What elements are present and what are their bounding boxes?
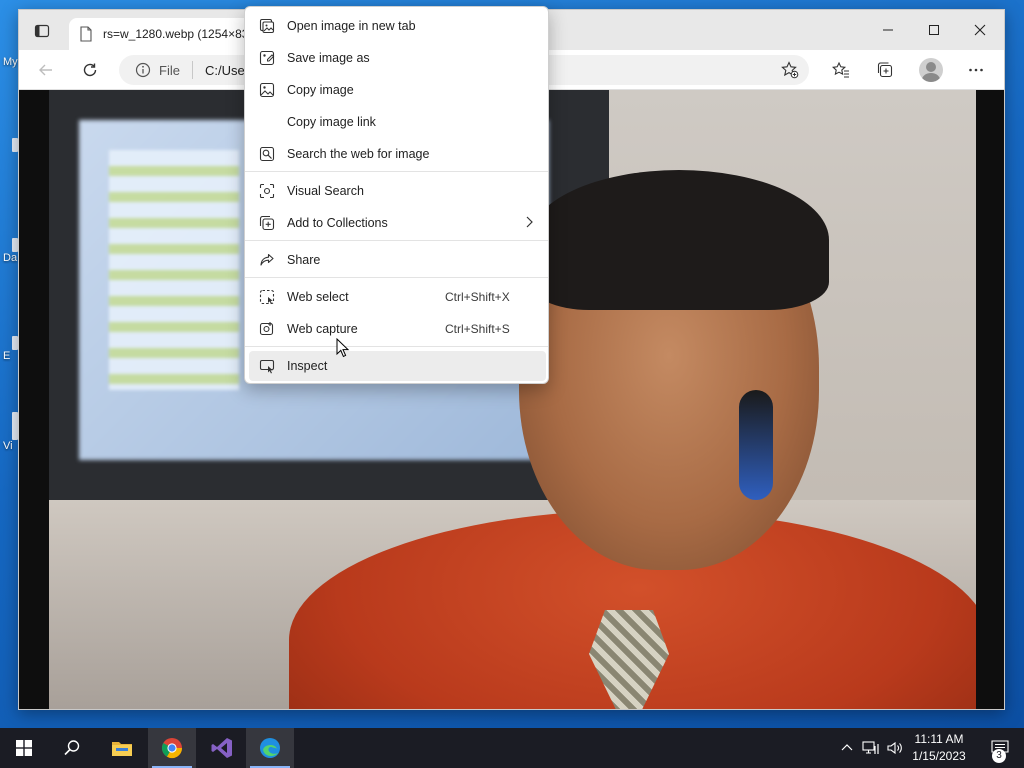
tab-actions-button[interactable] xyxy=(31,20,53,42)
network-icon[interactable] xyxy=(862,740,880,756)
address-scheme-label: File xyxy=(159,62,180,78)
address-url: C:/Use xyxy=(204,62,245,78)
taskbar-chrome[interactable] xyxy=(148,728,196,768)
volume-icon[interactable] xyxy=(886,740,904,756)
taskbar-file-explorer[interactable] xyxy=(98,728,146,768)
menu-item-label: Open image in new tab xyxy=(287,19,416,33)
chevron-right-icon xyxy=(526,216,533,228)
clock-date: 1/15/2023 xyxy=(912,749,966,763)
collections-icon xyxy=(259,215,275,231)
address-separator xyxy=(191,61,193,79)
windows-logo-icon xyxy=(16,740,32,756)
more-dots-icon xyxy=(969,68,983,72)
menu-separator xyxy=(245,240,548,241)
search-button[interactable] xyxy=(48,728,96,768)
web-capture-icon xyxy=(259,322,274,336)
menu-item-save-image-as[interactable]: Save image as xyxy=(249,43,546,73)
refresh-icon xyxy=(83,63,97,77)
close-button[interactable] xyxy=(957,10,1003,50)
close-icon xyxy=(974,24,986,36)
desktop-icon-e[interactable]: E xyxy=(0,336,18,362)
maximize-button[interactable] xyxy=(911,10,957,50)
menu-item-copy-image-link[interactable]: Copy image link xyxy=(249,107,546,137)
menu-item-label: Save image as xyxy=(287,51,370,65)
tab-title: rs=w_1280.webp (1254×836) xyxy=(102,27,259,41)
notification-count-badge: 3 xyxy=(992,749,1006,763)
copy-image-icon xyxy=(259,82,275,98)
desktop-icon-label: Da xyxy=(3,252,18,264)
favorites-button[interactable] xyxy=(826,56,856,84)
menu-item-copy-image[interactable]: Copy image xyxy=(249,75,546,105)
desktop-icon-2[interactable] xyxy=(0,138,18,152)
back-arrow-icon xyxy=(39,64,52,76)
menu-item-label: Inspect xyxy=(287,359,328,373)
taskbar: 11:11 AM 1/15/2023 xyxy=(0,728,1024,768)
desktop-icon-label: Vi xyxy=(3,440,13,452)
collections-button[interactable] xyxy=(870,56,900,84)
favorites-icon xyxy=(832,61,849,78)
taskbar-visual-studio[interactable] xyxy=(198,728,246,768)
menu-item-inspect[interactable]: Inspect xyxy=(249,351,546,381)
menu-item-web-select[interactable]: Web select Ctrl+Shift+X xyxy=(249,282,546,312)
back-button[interactable] xyxy=(31,56,61,84)
clock-time: 11:11 AM xyxy=(914,732,964,746)
profile-avatar[interactable] xyxy=(919,58,943,82)
chevron-up-icon[interactable] xyxy=(840,741,854,755)
menu-item-share[interactable]: Share xyxy=(249,245,546,275)
menu-item-label: Add to Collections xyxy=(287,216,388,230)
minimize-button[interactable] xyxy=(865,10,911,50)
taskbar-clock[interactable]: 11:11 AM 1/15/2023 xyxy=(906,731,972,765)
folder-icon xyxy=(112,742,132,756)
taskbar-edge[interactable] xyxy=(246,728,294,768)
menu-separator xyxy=(245,277,548,278)
desktop-icon-my[interactable]: My xyxy=(0,56,18,68)
desktop-icon-vi[interactable]: Vi xyxy=(0,412,18,452)
inspect-icon xyxy=(259,359,275,374)
add-favorite-icon[interactable] xyxy=(781,61,799,79)
start-button[interactable] xyxy=(0,728,48,768)
menu-item-label: Share xyxy=(287,253,321,267)
menu-separator xyxy=(245,346,548,347)
refresh-button[interactable] xyxy=(75,56,105,84)
edge-icon xyxy=(260,738,280,758)
desktop-icon-label: E xyxy=(3,350,11,362)
chrome-icon xyxy=(161,738,183,759)
search-icon xyxy=(64,740,80,756)
menu-item-label: Visual Search xyxy=(287,184,364,198)
menu-item-open-image-new-tab[interactable]: Open image in new tab xyxy=(249,11,546,41)
menu-item-label: Web capture xyxy=(287,322,358,336)
tab-actions-icon xyxy=(34,24,50,38)
menu-item-shortcut: Ctrl+Shift+S xyxy=(445,322,510,336)
menu-item-label: Copy image xyxy=(287,83,354,97)
system-tray xyxy=(838,728,904,768)
menu-item-add-to-collections[interactable]: Add to Collections xyxy=(249,208,546,238)
menu-separator xyxy=(245,171,548,172)
menu-item-label: Web select xyxy=(287,290,349,304)
file-icon xyxy=(80,26,92,42)
maximize-icon xyxy=(929,25,939,35)
menu-item-web-capture[interactable]: Web capture Ctrl+Shift+S xyxy=(249,314,546,344)
visual-studio-icon xyxy=(211,738,232,758)
menu-item-label: Search the web for image xyxy=(287,147,430,161)
menu-item-search-web-for-image[interactable]: Search the web for image xyxy=(249,139,546,169)
minimize-icon xyxy=(883,29,893,31)
collections-icon xyxy=(877,62,893,78)
share-icon xyxy=(260,253,274,266)
tab-image[interactable]: rs=w_1280.webp (1254×836) xyxy=(69,18,259,50)
desktop-icon-da[interactable]: Da xyxy=(0,238,18,264)
menu-item-shortcut: Ctrl+Shift+X xyxy=(445,290,510,304)
visual-search-icon xyxy=(259,183,275,199)
desktop-icon-label: My xyxy=(3,56,18,68)
photo-subject-headset xyxy=(739,390,773,500)
info-icon[interactable] xyxy=(135,62,151,78)
save-image-icon xyxy=(259,50,275,66)
image-search-icon xyxy=(259,146,275,162)
menu-item-label: Copy image link xyxy=(287,115,376,129)
settings-more-button[interactable] xyxy=(961,56,991,84)
web-select-icon xyxy=(259,289,275,305)
menu-item-visual-search[interactable]: Visual Search xyxy=(249,176,546,206)
mouse-cursor-icon xyxy=(336,338,350,358)
image-context-menu: Open image in new tab Save image as Copy… xyxy=(244,6,549,384)
new-tab-icon xyxy=(259,18,275,34)
